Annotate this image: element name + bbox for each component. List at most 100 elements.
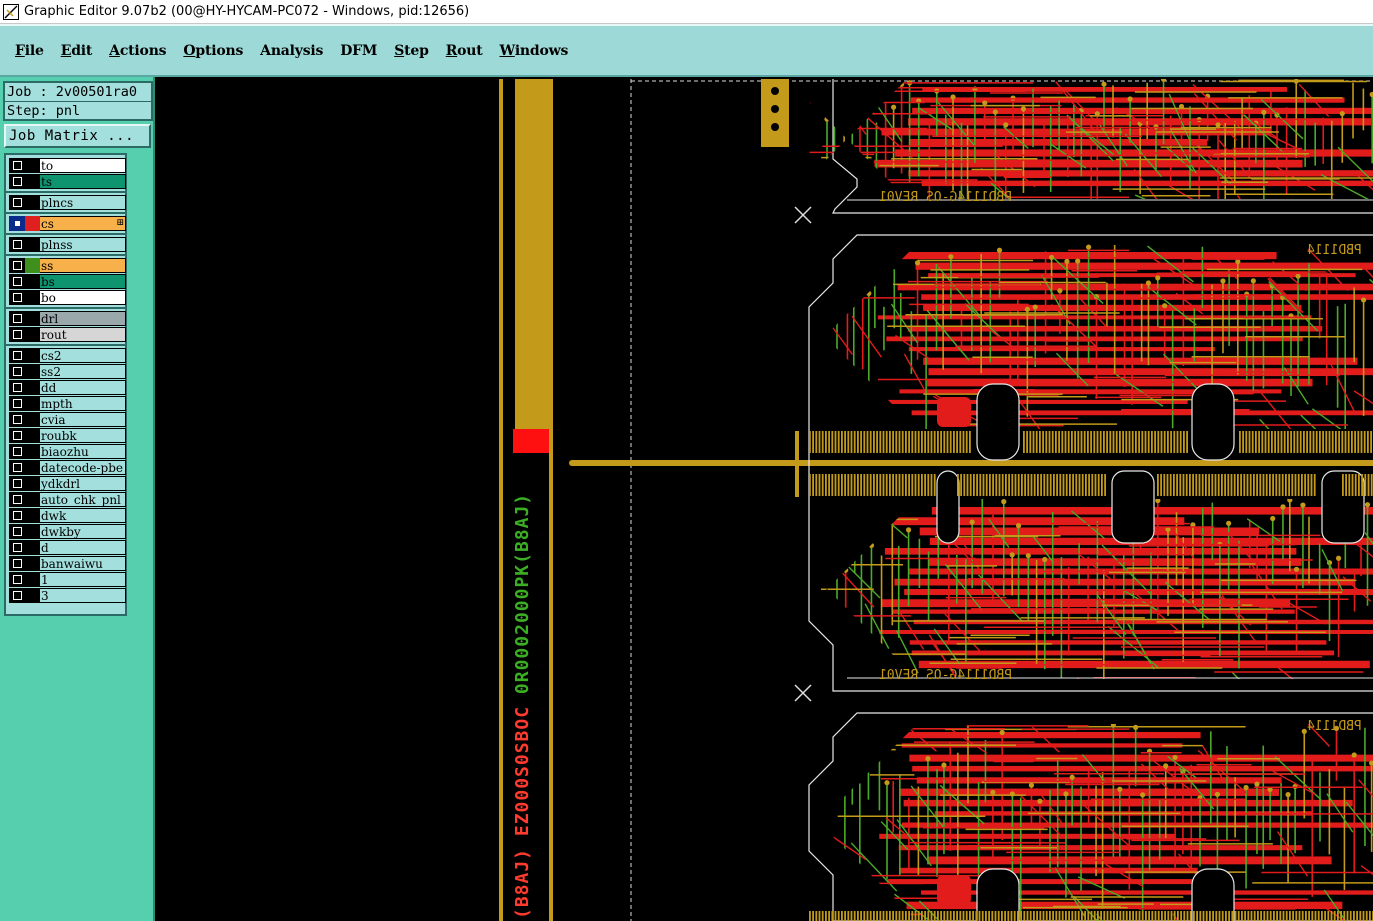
- layer-color-swatch[interactable]: [25, 396, 40, 411]
- menu-step[interactable]: Step: [394, 43, 429, 59]
- layer-name[interactable]: ts: [40, 174, 126, 189]
- menu-dfm[interactable]: DFM: [340, 43, 377, 59]
- layer-color-swatch[interactable]: [25, 380, 40, 395]
- layer-name[interactable]: ss2: [40, 364, 126, 379]
- layer-checkbox[interactable]: [9, 216, 25, 231]
- layer-row-plnss[interactable]: plnss: [9, 237, 126, 252]
- layer-color-swatch[interactable]: [25, 311, 40, 326]
- layer-color-swatch[interactable]: [25, 348, 40, 363]
- layer-row-banwaiwu[interactable]: banwaiwu: [9, 556, 126, 571]
- graphics-canvas[interactable]: (B8AJ) EZ000S0SBOC 0R0002000PK(B8AJ) PBD…: [157, 79, 1373, 921]
- layer-checkbox[interactable]: [9, 444, 25, 459]
- layer-checkbox[interactable]: [9, 556, 25, 571]
- menu-windows[interactable]: Windows: [500, 43, 569, 59]
- layer-color-swatch[interactable]: [25, 174, 40, 189]
- layer-color-swatch[interactable]: [25, 274, 40, 289]
- layer-checkbox[interactable]: [9, 508, 25, 523]
- layer-name[interactable]: bo: [40, 290, 126, 305]
- layer-color-swatch[interactable]: [25, 588, 40, 603]
- layer-row-mpth[interactable]: mpth: [9, 396, 126, 411]
- layer-name[interactable]: 3: [40, 588, 126, 603]
- layer-checkbox[interactable]: [9, 348, 25, 363]
- layer-color-swatch[interactable]: [25, 216, 40, 231]
- layer-name[interactable]: dwk: [40, 508, 126, 523]
- job-matrix-button[interactable]: Job Matrix ...: [4, 124, 151, 148]
- layer-row-dd[interactable]: dd: [9, 380, 126, 395]
- layer-name[interactable]: mpth: [40, 396, 126, 411]
- layer-checkbox[interactable]: [9, 158, 25, 173]
- layer-name[interactable]: ss: [40, 258, 126, 273]
- layer-color-swatch[interactable]: [25, 508, 40, 523]
- layer-checkbox[interactable]: [9, 460, 25, 475]
- menu-file[interactable]: File: [15, 43, 44, 59]
- menu-analysis[interactable]: Analysis: [260, 43, 323, 59]
- layer-color-swatch[interactable]: [25, 258, 40, 273]
- layer-row-ts[interactable]: ts: [9, 174, 126, 189]
- menu-edit[interactable]: Edit: [61, 43, 93, 59]
- layer-row-ydkdrl[interactable]: ydkdrl: [9, 476, 126, 491]
- layer-name[interactable]: rout: [40, 327, 126, 342]
- layer-checkbox[interactable]: [9, 396, 25, 411]
- layer-checkbox[interactable]: [9, 290, 25, 305]
- layer-name[interactable]: ydkdrl: [40, 476, 126, 491]
- layer-row-1[interactable]: 1: [9, 572, 126, 587]
- layer-color-swatch[interactable]: [25, 412, 40, 427]
- layer-row-cvia[interactable]: cvia: [9, 412, 126, 427]
- layer-color-swatch[interactable]: [25, 460, 40, 475]
- layer-name[interactable]: d: [40, 540, 126, 555]
- layer-checkbox[interactable]: [9, 540, 25, 555]
- layer-row-biaozhu[interactable]: biaozhu: [9, 444, 126, 459]
- layer-name[interactable]: cs ⊞: [40, 216, 126, 231]
- layer-checkbox[interactable]: [9, 572, 25, 587]
- layer-checkbox[interactable]: [9, 412, 25, 427]
- layer-color-swatch[interactable]: [25, 492, 40, 507]
- layer-name[interactable]: banwaiwu: [40, 556, 126, 571]
- layer-row-ss2[interactable]: ss2: [9, 364, 126, 379]
- layer-color-swatch[interactable]: [25, 364, 40, 379]
- layer-color-swatch[interactable]: [25, 524, 40, 539]
- layer-row-cs[interactable]: cs ⊞: [9, 216, 126, 231]
- layer-checkbox[interactable]: [9, 174, 25, 189]
- layer-name[interactable]: cvia: [40, 412, 126, 427]
- layer-checkbox[interactable]: [9, 476, 25, 491]
- layer-checkbox[interactable]: [9, 274, 25, 289]
- layer-name[interactable]: cs2: [40, 348, 126, 363]
- layer-row-bs[interactable]: bs: [9, 274, 126, 289]
- layer-color-swatch[interactable]: [25, 444, 40, 459]
- layer-row-rout[interactable]: rout: [9, 327, 126, 342]
- layer-row-cs2[interactable]: cs2: [9, 348, 126, 363]
- layer-color-swatch[interactable]: [25, 327, 40, 342]
- layer-name[interactable]: dd: [40, 380, 126, 395]
- layer-name[interactable]: dwkby: [40, 524, 126, 539]
- layer-row-to[interactable]: to: [9, 158, 126, 173]
- layer-checkbox[interactable]: [9, 524, 25, 539]
- layer-checkbox[interactable]: [9, 258, 25, 273]
- menu-actions[interactable]: Actions: [109, 43, 166, 59]
- layer-row-drl[interactable]: drl: [9, 311, 126, 326]
- layer-checkbox[interactable]: [9, 327, 25, 342]
- layer-color-swatch[interactable]: [25, 556, 40, 571]
- layer-row-roubk[interactable]: roubk: [9, 428, 126, 443]
- layer-row-3[interactable]: 3: [9, 588, 126, 603]
- layer-name[interactable]: roubk: [40, 428, 126, 443]
- layer-row-ss[interactable]: ss: [9, 258, 126, 273]
- layer-color-swatch[interactable]: [25, 195, 40, 210]
- layer-name[interactable]: plnss: [40, 237, 126, 252]
- layer-color-swatch[interactable]: [25, 290, 40, 305]
- layer-row-datecode-pbe[interactable]: datecode-pbe: [9, 460, 126, 475]
- pcb-drawing[interactable]: [157, 79, 1373, 921]
- layer-color-swatch[interactable]: [25, 572, 40, 587]
- layer-name[interactable]: auto_chk_pnl: [40, 492, 126, 507]
- layer-row-auto-chk-pnl[interactable]: auto_chk_pnl: [9, 492, 126, 507]
- layer-checkbox[interactable]: [9, 364, 25, 379]
- layer-checkbox[interactable]: [9, 195, 25, 210]
- layer-checkbox[interactable]: [9, 380, 25, 395]
- layer-color-swatch[interactable]: [25, 158, 40, 173]
- layer-color-swatch[interactable]: [25, 237, 40, 252]
- layer-color-swatch[interactable]: [25, 476, 40, 491]
- layer-checkbox[interactable]: [9, 237, 25, 252]
- layer-row-bo[interactable]: bo: [9, 290, 126, 305]
- layer-name[interactable]: 1: [40, 572, 126, 587]
- layer-name[interactable]: bs: [40, 274, 126, 289]
- layer-row-dwkby[interactable]: dwkby: [9, 524, 126, 539]
